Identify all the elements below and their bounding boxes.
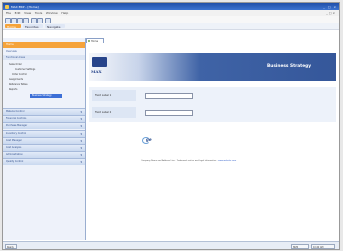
sidebar-header-label: Home bbox=[6, 43, 14, 46]
nav-navigate-button[interactable]: Navigate bbox=[45, 24, 65, 29]
sidebar-section[interactable]: Cost Manager ▾ bbox=[3, 137, 85, 144]
menu-tools[interactable]: Tools bbox=[35, 11, 42, 15]
field-input-1[interactable] bbox=[145, 92, 193, 99]
sidebar-item-label: Overview bbox=[6, 50, 17, 53]
menu-window[interactable]: Window bbox=[46, 11, 58, 15]
company-logo-icon bbox=[92, 57, 107, 67]
sidebar-section[interactable]: Inventory Control ▾ bbox=[3, 130, 85, 137]
status-text: Ready bbox=[5, 243, 17, 249]
main-content: Home MAX Business Strategy Field Label 1… bbox=[86, 38, 339, 240]
sidebar-section[interactable]: Purchase Manager ▾ bbox=[3, 122, 85, 129]
sidebar-item-overview[interactable]: Overview bbox=[3, 49, 85, 54]
page-title: Business Strategy bbox=[267, 64, 311, 69]
window-controls[interactable]: _ □ × bbox=[323, 5, 337, 9]
sidebar-section-label: Quality Control bbox=[6, 160, 24, 163]
chevron-down-icon: ▾ bbox=[80, 124, 82, 128]
page-banner: MAX Business Strategy bbox=[89, 53, 336, 81]
sidebar-header[interactable]: Home bbox=[3, 42, 85, 48]
status-clock: 10:42 AM bbox=[311, 243, 335, 249]
sidebar-item-label: Functional Areas bbox=[6, 56, 26, 59]
sidebar-item-functional-areas[interactable]: Functional Areas bbox=[3, 55, 85, 60]
footer-note: Company Name and Address Line · Trademar… bbox=[141, 160, 236, 162]
menu-view[interactable]: View bbox=[24, 11, 31, 15]
toolbar bbox=[3, 16, 339, 24]
tab-home[interactable]: Home bbox=[86, 38, 104, 43]
app-icon bbox=[5, 4, 9, 9]
tree-node-selected[interactable]: Business Strategy bbox=[30, 94, 62, 98]
tab-home-label: Home bbox=[91, 40, 99, 43]
page-icon bbox=[88, 40, 90, 43]
footer-link[interactable]: www.website.com bbox=[218, 160, 236, 162]
sidebar-section[interactable]: Material Control ▾ bbox=[3, 108, 85, 115]
vendor-logo: ge bbox=[142, 136, 154, 144]
tree-node[interactable]: Assignments bbox=[9, 78, 23, 82]
tree-node[interactable]: Reference Tables bbox=[9, 83, 28, 87]
application-window: MAX ERP - [Home] _ □ × File Edit View To… bbox=[2, 2, 340, 250]
window-title: MAX ERP - [Home] bbox=[11, 4, 39, 9]
tree-node[interactable]: Order Control bbox=[12, 73, 27, 77]
nav-navigate-label: Navigate bbox=[47, 25, 61, 29]
field-label: Field Label 1 bbox=[92, 90, 136, 101]
sidebar-section[interactable]: Financial Controls ▾ bbox=[3, 115, 85, 122]
menu-file[interactable]: File bbox=[6, 11, 11, 15]
sidebar-section[interactable]: Cost Analysis ▾ bbox=[3, 144, 85, 151]
navigation-bar: Home Favorites Navigate bbox=[3, 23, 339, 30]
field-label: Field Label 2 bbox=[92, 107, 136, 118]
field-input-2[interactable] bbox=[145, 109, 193, 116]
title-bar: MAX ERP - [Home] _ □ × bbox=[3, 3, 339, 10]
nav-home-button[interactable]: Home bbox=[5, 24, 21, 29]
vendor-logo-text: ge bbox=[146, 137, 152, 142]
menu-edit[interactable]: Edit bbox=[15, 11, 21, 15]
status-bar: Ready NUM 10:42 AM bbox=[3, 241, 339, 249]
menu-help[interactable]: Help bbox=[61, 11, 68, 15]
status-indicator: NUM bbox=[291, 243, 309, 249]
tree-node[interactable]: Customer Settings bbox=[15, 68, 35, 72]
tree-node[interactable]: Sales Order bbox=[9, 63, 22, 67]
sidebar-section-label: Purchase Manager bbox=[6, 124, 28, 127]
nav-home-label: Home bbox=[7, 25, 16, 29]
sidebar-section[interactable]: Quality Control ▾ bbox=[3, 158, 85, 165]
footer-text: Company Name and Address Line · Trademar… bbox=[141, 160, 218, 162]
nav-favorites-label: Favorites bbox=[25, 25, 39, 29]
company-logo-text: MAX bbox=[91, 69, 102, 74]
sidebar: Home Overview Functional Areas Sales Ord… bbox=[3, 38, 86, 240]
nav-favorites-button[interactable]: Favorites bbox=[23, 24, 43, 29]
login-form: Field Label 1 Field Label 2 bbox=[89, 87, 336, 122]
sidebar-section[interactable]: Administration ▾ bbox=[3, 151, 85, 158]
chevron-down-icon: ▾ bbox=[80, 160, 82, 164]
tree-node[interactable]: Reports bbox=[9, 88, 17, 92]
